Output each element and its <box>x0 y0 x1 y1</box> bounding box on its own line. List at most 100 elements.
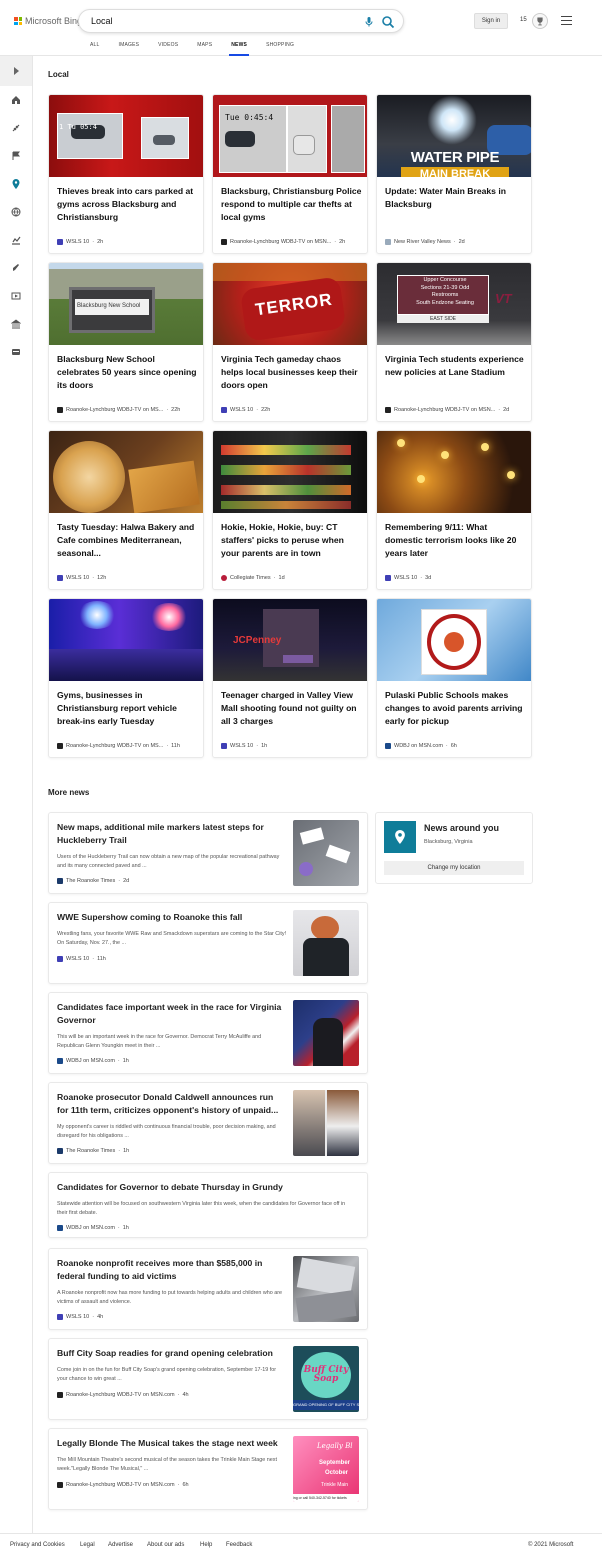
card-title[interactable]: Blacksburg New School celebrates 50 year… <box>57 353 199 392</box>
card-image[interactable] <box>377 599 531 681</box>
card-title[interactable]: Pulaski Public Schools makes changes to … <box>385 689 527 728</box>
item-thumbnail[interactable]: Legally Bl September October Trinkle Mai… <box>293 1436 359 1502</box>
globe-icon[interactable] <box>11 207 21 217</box>
news-list-item[interactable]: Candidates face important week in the ra… <box>48 992 368 1074</box>
sidebar-toggle[interactable] <box>0 56 32 86</box>
tab-images[interactable]: IMAGES <box>119 41 140 56</box>
card-image[interactable]: 1 Tu 05:4 <box>49 95 203 177</box>
news-card[interactable]: JCPenney Teenager charged in Valley View… <box>212 598 368 758</box>
tab-shopping[interactable]: SHOPPING <box>266 41 294 56</box>
location-icon[interactable] <box>11 179 21 189</box>
news-list-item[interactable]: Roanoke prosecutor Donald Caldwell annou… <box>48 1082 368 1164</box>
footer-link-feedback[interactable]: Feedback <box>226 1542 252 1548</box>
entertainment-icon[interactable] <box>11 291 21 301</box>
item-title[interactable]: Candidates face important week in the ra… <box>57 1001 285 1027</box>
item-title[interactable]: Legally Blonde The Musical takes the sta… <box>57 1437 285 1450</box>
rewards-points[interactable]: 15 <box>520 17 527 23</box>
news-card[interactable]: Remembering 9/11: What domestic terroris… <box>376 430 532 590</box>
search-box[interactable]: Local <box>78 9 404 33</box>
card-image[interactable]: JCPenney <box>213 599 367 681</box>
news-list-item[interactable]: Legally Blonde The Musical takes the sta… <box>48 1428 368 1510</box>
card-source: WSLS 10 · 1h <box>221 743 363 749</box>
card-image[interactable]: WATER PIPE MAIN BREAK <box>377 95 531 177</box>
footer-link-advertise[interactable]: Advertise <box>108 1542 133 1548</box>
home-icon[interactable] <box>11 95 21 105</box>
footer-link-legal[interactable]: Legal <box>80 1542 95 1548</box>
card-title[interactable]: Hokie, Hokie, Hokie, buy: CT staffers' p… <box>221 521 363 560</box>
item-title[interactable]: Roanoke prosecutor Donald Caldwell annou… <box>57 1091 285 1117</box>
sports-icon[interactable] <box>11 123 21 133</box>
bing-logo[interactable]: Microsoft Bing <box>14 16 82 26</box>
tab-all[interactable]: ALL <box>90 41 100 56</box>
source-logo-icon <box>385 407 391 413</box>
card-image[interactable]: Upper Concourse Sections 21-39 Odd Restr… <box>377 263 531 345</box>
item-title[interactable]: New maps, additional mile markers latest… <box>57 821 285 847</box>
microphone-icon[interactable] <box>363 16 375 28</box>
item-title[interactable]: WWE Supershow coming to Roanoke this fal… <box>57 911 285 924</box>
card-image[interactable]: Blacksburg New School <box>49 263 203 345</box>
source-logo-icon <box>57 1058 63 1064</box>
card-title[interactable]: Tasty Tuesday: Halwa Bakery and Cafe com… <box>57 521 199 560</box>
card-title[interactable]: Remembering 9/11: What domestic terroris… <box>385 521 527 560</box>
menu-icon[interactable] <box>561 16 572 25</box>
item-title[interactable]: Buff City Soap readies for grand opening… <box>57 1347 285 1360</box>
news-list-item[interactable]: Buff City Soap readies for grand opening… <box>48 1338 368 1420</box>
item-source: WSLS 10 · 11h <box>57 956 106 962</box>
news-card[interactable]: Gyms, businesses in Christiansburg repor… <box>48 598 204 758</box>
card-title[interactable]: Update: Water Main Breaks in Blacksburg <box>385 185 527 211</box>
card-image[interactable] <box>213 431 367 513</box>
card-title[interactable]: Virginia Tech gameday chaos helps local … <box>221 353 363 392</box>
news-list-item[interactable]: Roanoke nonprofit receives more than $58… <box>48 1248 368 1330</box>
sign-in-button[interactable]: Sign in <box>474 13 508 29</box>
news-list-item[interactable]: New maps, additional mile markers latest… <box>48 812 368 894</box>
card-image[interactable] <box>49 431 203 513</box>
card-image[interactable] <box>377 431 531 513</box>
source-logo-icon <box>57 743 63 749</box>
item-thumbnail[interactable] <box>293 910 359 976</box>
card-title[interactable]: Gyms, businesses in Christiansburg repor… <box>57 689 199 728</box>
search-input[interactable]: Local <box>91 16 113 26</box>
news-list-item[interactable]: Candidates for Governor to debate Thursd… <box>48 1172 368 1238</box>
news-card[interactable]: Tasty Tuesday: Halwa Bakery and Cafe com… <box>48 430 204 590</box>
card-image[interactable] <box>49 599 203 681</box>
search-icon[interactable] <box>381 15 395 29</box>
item-thumbnail[interactable] <box>293 1256 359 1322</box>
change-location-button[interactable]: Change my location <box>384 861 524 875</box>
technology-icon[interactable] <box>11 347 21 357</box>
news-card[interactable]: Upper Concourse Sections 21-39 Odd Restr… <box>376 262 532 422</box>
flag-icon[interactable] <box>11 151 21 161</box>
news-card[interactable]: WATER PIPE MAIN BREAK Update: Water Main… <box>376 94 532 254</box>
news-list-item[interactable]: WWE Supershow coming to Roanoke this fal… <box>48 902 368 984</box>
tab-videos[interactable]: VIDEOS <box>158 41 178 56</box>
card-title[interactable]: Teenager charged in Valley View Mall sho… <box>221 689 363 728</box>
item-title[interactable]: Candidates for Governor to debate Thursd… <box>57 1181 357 1194</box>
footer-link-help[interactable]: Help <box>200 1542 212 1548</box>
news-card[interactable]: Pulaski Public Schools makes changes to … <box>376 598 532 758</box>
card-title[interactable]: Blacksburg, Christiansburg Police respon… <box>221 185 363 224</box>
politics-icon[interactable] <box>11 319 21 329</box>
card-title[interactable]: Thieves break into cars parked at gyms a… <box>57 185 199 224</box>
footer-link-about-ads[interactable]: About our ads <box>147 1542 184 1548</box>
tab-news[interactable]: NEWS <box>229 41 249 56</box>
card-image[interactable]: TERROR <box>213 263 367 345</box>
card-image[interactable]: Tue 0:45:4 <box>213 95 367 177</box>
item-thumbnail[interactable]: Buff City Soap GRAND OPENING OF BUFF CIT… <box>293 1346 359 1412</box>
footer-link-privacy[interactable]: Privacy and Cookies <box>10 1542 65 1548</box>
rewards-trophy-icon[interactable] <box>532 13 548 29</box>
item-thumbnail[interactable] <box>293 820 359 886</box>
news-card[interactable]: 1 Tu 05:4 Thieves break into cars parked… <box>48 94 204 254</box>
news-card[interactable]: Hokie, Hokie, Hokie, buy: CT staffers' p… <box>212 430 368 590</box>
science-icon[interactable] <box>11 263 21 273</box>
item-title[interactable]: Roanoke nonprofit receives more than $58… <box>57 1257 285 1283</box>
tab-maps[interactable]: MAPS <box>197 41 212 56</box>
item-thumbnail[interactable] <box>293 1090 359 1156</box>
news-card[interactable]: Blacksburg New School Blacksburg New Sch… <box>48 262 204 422</box>
news-card[interactable]: Tue 0:45:4 Blacksburg, Christiansburg Po… <box>212 94 368 254</box>
news-card[interactable]: TERROR Virginia Tech gameday chaos helps… <box>212 262 368 422</box>
item-source: WDBJ on MSN.com · 1h <box>57 1058 129 1064</box>
expand-icon[interactable] <box>11 66 21 76</box>
card-title[interactable]: Virginia Tech students experience new po… <box>385 353 527 379</box>
finance-icon[interactable] <box>11 235 21 245</box>
source-logo-icon <box>221 743 227 749</box>
item-thumbnail[interactable] <box>293 1000 359 1066</box>
